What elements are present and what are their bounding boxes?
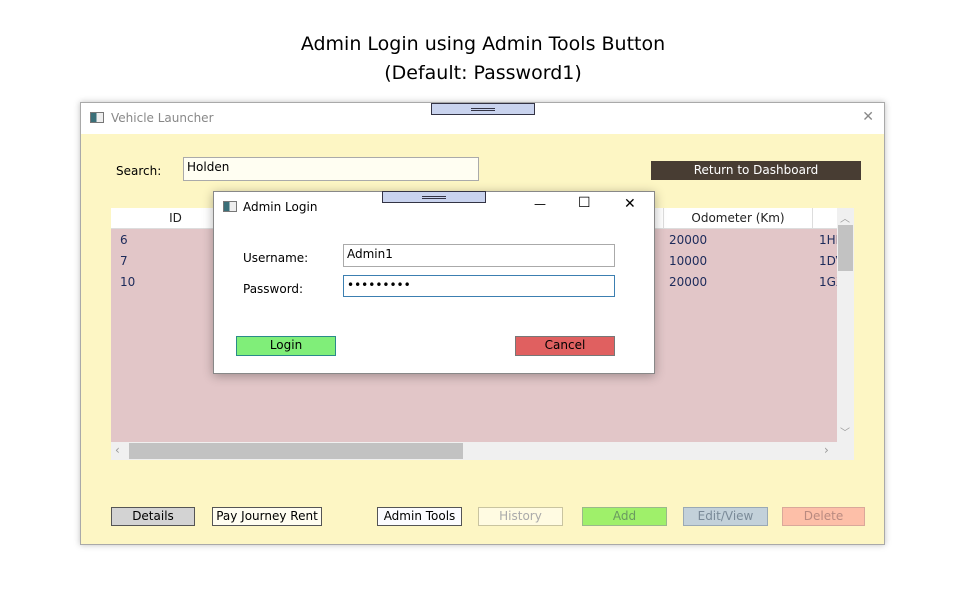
cell-odometer[interactable]: 20000 [669,275,707,289]
cancel-button[interactable]: Cancel [515,336,615,356]
history-button[interactable]: History [478,507,563,526]
admin-tools-button[interactable]: Admin Tools [377,507,462,526]
search-label: Search: [116,164,162,178]
caption-line-1: Admin Login using Admin Tools Button [300,33,666,55]
scroll-down-icon[interactable]: ﹀ [840,424,850,439]
pay-journey-rent-button[interactable]: Pay Journey Rent [212,507,322,526]
dialog-drag-handle[interactable] [382,191,486,203]
edit-view-button[interactable]: Edit/View [683,507,768,526]
cell-vin[interactable]: 1DV [819,254,837,268]
close-icon[interactable]: ✕ [862,109,874,125]
maximize-icon[interactable]: ☐ [578,195,591,211]
password-input[interactable]: ••••••••• [343,275,615,297]
vertical-scrollbar[interactable]: ︿ ﹀ [837,208,854,442]
details-button[interactable]: Details [111,507,195,526]
dialog-app-icon [223,201,237,212]
cell-odometer[interactable]: 20000 [669,233,707,247]
vertical-scroll-thumb[interactable] [838,225,853,271]
scroll-up-icon[interactable]: ︿ [840,210,850,225]
scroll-corner [837,442,854,460]
close-icon[interactable]: ✕ [624,196,636,212]
window-title: Vehicle Launcher [111,111,214,125]
cell-vin[interactable]: 1HE [819,233,837,247]
app-icon [90,112,104,123]
add-button[interactable]: Add [582,507,667,526]
column-header-vin[interactable] [813,208,837,229]
username-input[interactable]: Admin1 [343,244,615,267]
cell-odometer[interactable]: 10000 [669,254,707,268]
cell-id[interactable]: 7 [120,254,128,268]
scroll-left-icon[interactable]: ‹ [115,443,120,457]
horizontal-scroll-thumb[interactable] [129,443,463,459]
search-input[interactable]: Holden [183,157,479,181]
delete-button[interactable]: Delete [782,507,865,526]
cell-id[interactable]: 10 [120,275,135,289]
dialog-title: Admin Login [243,200,318,214]
admin-login-dialog: Admin Login — ☐ ✕ Username: Admin1 Passw… [213,191,655,374]
minimize-icon[interactable]: — [534,197,546,211]
return-to-dashboard-button[interactable]: Return to Dashboard [651,161,861,180]
login-button[interactable]: Login [236,336,336,356]
caption-line-2: (Default: Password1) [384,62,582,84]
username-label: Username: [243,251,309,265]
cell-id[interactable]: 6 [120,233,128,247]
horizontal-scrollbar[interactable]: ‹ › [111,442,837,460]
cell-vin[interactable]: 1GX [819,275,837,289]
password-label: Password: [243,282,304,296]
drag-handle[interactable] [431,103,535,115]
column-header-odometer[interactable]: Odometer (Km) [663,208,813,229]
scroll-right-icon[interactable]: › [824,443,829,457]
